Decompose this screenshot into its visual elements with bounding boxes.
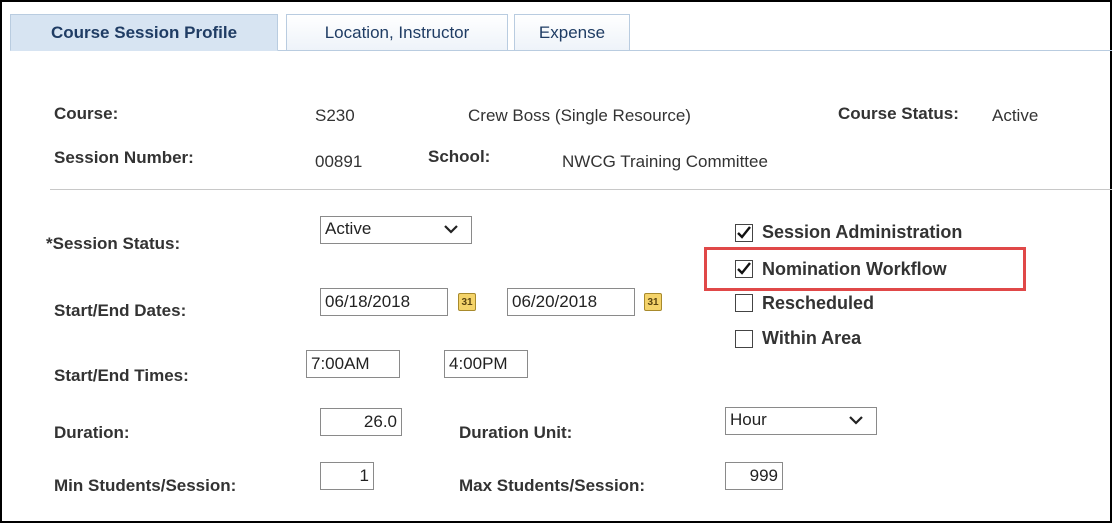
session-status-label: *Session Status: <box>46 234 181 253</box>
end-date-input[interactable]: 06/20/2018 <box>507 288 635 316</box>
duration-unit-select[interactable]: Hour <box>725 407 877 435</box>
checkmark-icon <box>737 226 751 239</box>
within-area-checkbox[interactable] <box>735 330 753 348</box>
start-end-times-label: Start/End Times: <box>54 366 189 385</box>
page-frame: Course Session Profile Location, Instruc… <box>0 0 1112 523</box>
max-students-input[interactable]: 999 <box>725 462 783 490</box>
min-students-input[interactable]: 1 <box>320 462 374 490</box>
calendar-icon[interactable]: 31 <box>644 293 662 311</box>
duration-unit-selected: Hour <box>730 410 767 429</box>
start-date-input[interactable]: 06/18/2018 <box>320 288 448 316</box>
duration-input[interactable]: 26.0 <box>320 408 402 436</box>
course-code: S230 <box>315 106 355 125</box>
highlight-box <box>704 247 1026 291</box>
course-label: Course: <box>54 104 119 123</box>
start-end-dates-label: Start/End Dates: <box>54 301 187 320</box>
course-status-value: Active <box>992 106 1039 125</box>
within-area-label: Within Area <box>762 328 862 348</box>
tab-expense[interactable]: Expense <box>514 14 630 50</box>
course-status-label: Course Status: <box>838 104 959 123</box>
rescheduled-checkbox[interactable] <box>735 294 753 312</box>
school-label: School: <box>428 147 491 166</box>
chevron-down-icon <box>849 416 863 425</box>
session-administration-checkbox[interactable] <box>735 224 753 242</box>
school-value: NWCG Training Committee <box>562 152 768 171</box>
start-time-input[interactable]: 7:00AM <box>306 350 400 378</box>
calendar-icon[interactable]: 31 <box>458 293 476 311</box>
section-divider <box>50 189 1112 190</box>
session-administration-label: Session Administration <box>762 222 963 242</box>
tab-location-instructor[interactable]: Location, Instructor <box>286 14 508 50</box>
duration-unit-label: Duration Unit: <box>459 423 573 442</box>
session-status-select[interactable]: Active <box>320 216 472 244</box>
min-students-label: Min Students/Session: <box>54 476 237 495</box>
course-title: Crew Boss (Single Resource) <box>468 106 691 125</box>
session-status-selected: Active <box>325 219 372 238</box>
max-students-label: Max Students/Session: <box>459 476 646 495</box>
rescheduled-label: Rescheduled <box>762 293 875 313</box>
session-number-value: 00891 <box>315 152 363 171</box>
end-time-input[interactable]: 4:00PM <box>444 350 528 378</box>
tab-bar: Course Session Profile Location, Instruc… <box>10 14 1112 51</box>
session-number-label: Session Number: <box>54 148 194 167</box>
duration-label: Duration: <box>54 423 130 442</box>
chevron-down-icon <box>444 225 458 234</box>
tab-course-session-profile[interactable]: Course Session Profile <box>10 14 278 51</box>
